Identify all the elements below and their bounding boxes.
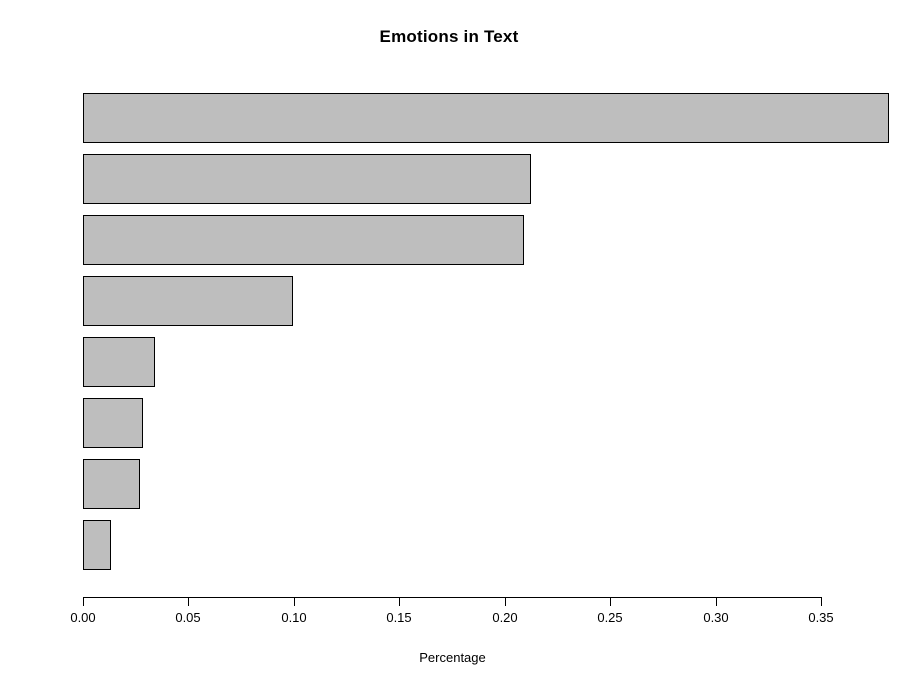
- x-tick-label: 0.05: [175, 610, 201, 625]
- chart-title: Emotions in Text: [379, 27, 519, 46]
- x-axis-tick: [294, 597, 296, 606]
- x-axis-tick: [83, 597, 85, 606]
- bar-trust: [83, 93, 889, 143]
- x-tick-label: 0.35: [808, 610, 834, 625]
- bar-joy: [83, 154, 532, 204]
- x-tick-label: 0.00: [70, 610, 96, 625]
- x-axis-tick: [716, 597, 718, 606]
- x-tick-label: 0.15: [386, 610, 412, 625]
- bar-disgust: [83, 520, 111, 570]
- x-tick-label: 0.20: [492, 610, 518, 625]
- x-axis-line: [83, 597, 822, 599]
- bar-surprise: [83, 276, 293, 326]
- bar-anger: [83, 459, 140, 509]
- x-tick-label: 0.10: [281, 610, 307, 625]
- bar-sadness: [83, 398, 144, 448]
- bar-anticipation: [83, 215, 524, 265]
- bar-chart: Emotions in Text trust joy anticipation …: [0, 0, 898, 683]
- x-axis-tick: [610, 597, 612, 606]
- plot-area: trust joy anticipation surprise fear sad…: [83, 93, 889, 580]
- bar-fear: [83, 337, 155, 387]
- x-axis-tick: [188, 597, 190, 606]
- x-tick-label: 0.30: [703, 610, 729, 625]
- x-axis-tick: [505, 597, 507, 606]
- x-tick-label: 0.25: [597, 610, 623, 625]
- x-axis-tick: [399, 597, 401, 606]
- x-axis-tick: [821, 597, 823, 606]
- x-axis-title: Percentage: [419, 650, 486, 665]
